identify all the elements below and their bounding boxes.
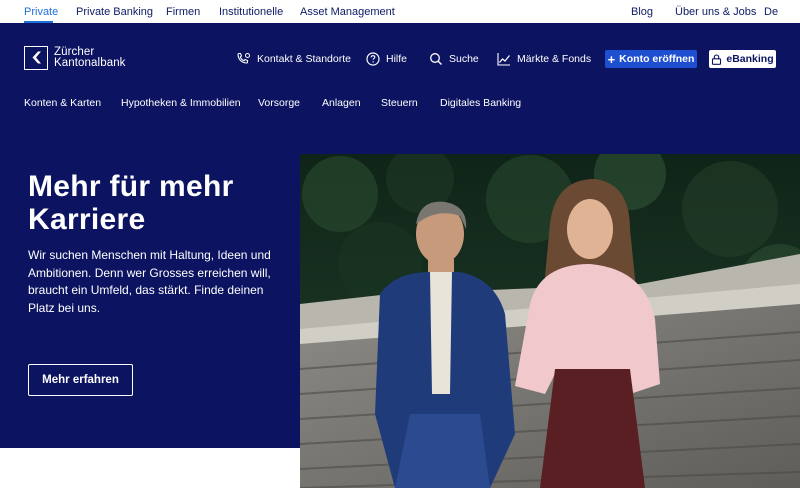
logo-wordmark: Zürcher Kantonalbank: [54, 46, 126, 69]
more-info-button[interactable]: Mehr erfahren: [28, 364, 133, 396]
nav-vorsorge[interactable]: Vorsorge: [258, 97, 300, 111]
search-label: Suche: [449, 53, 479, 65]
language-switch[interactable]: De: [764, 0, 778, 23]
ebanking-button[interactable]: eBanking: [709, 50, 776, 68]
search-link[interactable]: Suche: [429, 50, 479, 68]
open-account-label: Konto eröffnen: [619, 53, 695, 65]
phone-location-icon: [237, 52, 250, 64]
topbar-link-institutionelle[interactable]: Institutionelle: [219, 0, 283, 23]
nav-hypotheken-immobilien[interactable]: Hypotheken & Immobilien: [121, 97, 241, 111]
site-header: [0, 23, 800, 154]
help-label: Hilfe: [386, 53, 408, 65]
lock-icon: [712, 53, 722, 65]
zkb-logo-icon: [24, 46, 48, 70]
hero-bottom-spacer: [0, 448, 300, 500]
open-account-button[interactable]: + Konto eröffnen: [605, 50, 697, 68]
topbar-link-private[interactable]: Private: [24, 0, 58, 23]
top-utility-bar: Private Private Banking Firmen Instituti…: [0, 0, 800, 23]
hero-photo: [300, 154, 800, 488]
contact-locations-link[interactable]: Kontakt & Standorte: [236, 50, 351, 68]
zkb-logo[interactable]: Zürcher Kantonalbank: [24, 46, 126, 70]
logo-line-2: Kantonalbank: [54, 57, 126, 69]
help-link[interactable]: Hilfe: [366, 50, 407, 68]
topbar-link-about-jobs[interactable]: Über uns & Jobs: [675, 0, 756, 23]
topbar-link-blog[interactable]: Blog: [631, 0, 653, 23]
nav-digitales-banking[interactable]: Digitales Banking: [440, 97, 521, 111]
markets-funds-link[interactable]: Märkte & Fonds: [497, 50, 591, 68]
chart-line-icon: [497, 53, 510, 66]
nav-konten-karten[interactable]: Konten & Karten: [24, 97, 101, 111]
contact-label: Kontakt & Standorte: [257, 53, 351, 65]
topbar-link-asset-management[interactable]: Asset Management: [300, 0, 395, 23]
topbar-link-firmen[interactable]: Firmen: [166, 0, 200, 23]
markets-label: Märkte & Fonds: [517, 53, 592, 65]
nav-anlagen[interactable]: Anlagen: [322, 97, 361, 111]
plus-icon: +: [607, 51, 616, 67]
nav-steuern[interactable]: Steuern: [381, 97, 418, 111]
hero-title: Mehr für mehr Karriere: [28, 170, 234, 236]
ebanking-label: eBanking: [726, 53, 774, 65]
search-icon: [430, 53, 442, 65]
hero-body-text: Wir suchen Menschen mit Haltung, Ideen u…: [28, 248, 271, 315]
topbar-link-private-banking[interactable]: Private Banking: [76, 0, 153, 23]
help-icon: [366, 52, 380, 66]
